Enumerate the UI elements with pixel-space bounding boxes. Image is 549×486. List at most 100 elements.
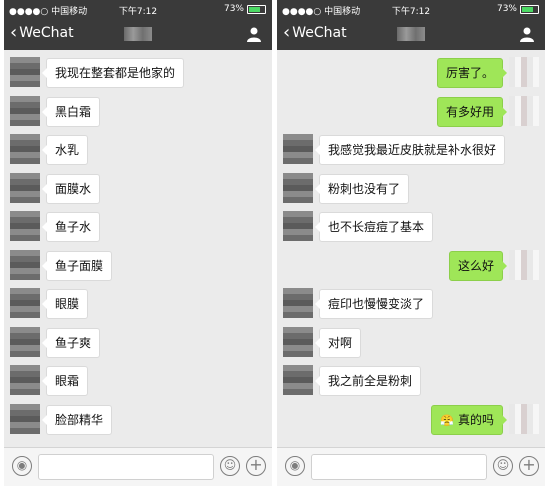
plus-icon[interactable]: + (246, 456, 266, 476)
message-bubble[interactable]: 痘印也慢慢变淡了 (314, 289, 434, 319)
message-text: 脸部精华 (55, 412, 104, 427)
message-text: 痘印也慢慢变淡了 (328, 297, 425, 311)
message-bubble[interactable]: 水乳 (41, 135, 89, 165)
message-bubble[interactable]: 鱼子面膜 (41, 250, 113, 281)
avatar[interactable] (10, 211, 40, 241)
message-bubble[interactable]: 对啊 (314, 327, 362, 358)
avatar[interactable] (509, 95, 539, 126)
avatar[interactable] (283, 365, 313, 395)
message-bubble[interactable]: 鱼子爽 (41, 327, 101, 358)
plus-icon[interactable]: + (519, 456, 539, 476)
person-icon[interactable] (246, 26, 262, 42)
chat-screen-left: ●●●●○ 中国移动 下午7:12 73% ‹ WeChat 我现在整套都是他家… (4, 0, 272, 486)
voice-icon[interactable]: ◉ (12, 456, 32, 476)
message-text: 鱼子爽 (55, 335, 92, 350)
avatar[interactable] (10, 57, 40, 87)
message-text: 粉刺也没有了 (328, 181, 401, 196)
message-row: 鱼子面膜 (4, 249, 272, 281)
message-text: 也不长痘痘了基本 (328, 220, 425, 234)
avatar[interactable] (283, 172, 313, 203)
message-bubble[interactable]: 我感觉我最近皮肤就是补水很好 (314, 135, 506, 165)
message-row: 水乳 (4, 134, 272, 165)
message-row: 我现在整套都是他家的 (4, 57, 272, 88)
message-row: 眼霜 (4, 365, 272, 396)
nav-bar: ‹ WeChat (4, 18, 272, 50)
message-bubble[interactable]: 粉刺也没有了 (314, 173, 410, 204)
back-button[interactable]: ‹ WeChat (283, 24, 347, 42)
avatar[interactable] (10, 365, 40, 395)
message-text: 眼霜 (55, 374, 80, 388)
battery-percent: 73% (496, 4, 517, 14)
message-row: 也不长痘痘了基本 (277, 211, 545, 242)
chat-screen-right: ●●●●○ 中国移动 下午7:12 73% ‹ WeChat 厉害了。 有多好用我… (277, 0, 545, 486)
avatar[interactable] (283, 211, 313, 241)
avatar[interactable] (10, 134, 40, 164)
avatar[interactable] (283, 134, 313, 164)
message-text: 厉害了。 (445, 66, 494, 80)
message-row: 面膜水 (4, 172, 272, 204)
input-bar: ◉ ☺ + (277, 447, 545, 486)
message-text: 有多好用 (445, 104, 494, 119)
voice-icon[interactable]: ◉ (285, 456, 305, 476)
battery-icon (520, 4, 539, 14)
message-bubble[interactable]: 面膜水 (41, 173, 101, 204)
status-right: 73% (497, 4, 539, 14)
message-row: 鱼子水 (4, 211, 272, 242)
message-text: 我现在整套都是他家的 (55, 66, 176, 80)
message-bubble[interactable]: 眼膜 (41, 289, 89, 319)
avatar[interactable] (10, 172, 40, 203)
back-button[interactable]: ‹ WeChat (10, 24, 74, 42)
message-row: 这么好 (277, 249, 545, 281)
message-bubble[interactable]: 厉害了。 (436, 58, 508, 88)
chevron-left-icon: ‹ (283, 22, 291, 43)
emoji-icon[interactable]: ☺ (220, 456, 240, 476)
input-bar: ◉ ☺ + (4, 447, 272, 486)
message-bubble[interactable]: 我现在整套都是他家的 (41, 58, 185, 88)
message-text: 眼膜 (55, 297, 80, 311)
message-text: 这么好 (457, 258, 494, 273)
message-bubble[interactable]: 这么好 (448, 250, 508, 281)
message-input[interactable] (311, 454, 487, 480)
avatar[interactable] (10, 326, 40, 357)
emoji-icon[interactable]: ☺ (493, 456, 513, 476)
chat-title-blurred (397, 27, 425, 41)
message-row: 黑白霜 (4, 95, 272, 127)
battery-icon (247, 4, 266, 14)
status-right: 73% (224, 4, 266, 14)
message-bubble[interactable]: 我之前全是粉刺 (314, 366, 422, 396)
message-input[interactable] (38, 454, 214, 480)
avatar[interactable] (283, 326, 313, 357)
chat-title-blurred (124, 27, 152, 41)
message-text: 鱼子水 (55, 220, 92, 234)
message-text: 水乳 (55, 143, 80, 157)
avatar[interactable] (509, 249, 539, 280)
message-row: 眼膜 (4, 288, 272, 319)
person-icon[interactable] (519, 26, 535, 42)
message-bubble[interactable]: 脸部精华 (41, 404, 113, 435)
message-text: 对啊 (328, 335, 353, 350)
message-text: 面膜水 (55, 181, 92, 196)
avatar[interactable] (509, 403, 539, 434)
avatar[interactable] (10, 249, 40, 280)
message-bubble[interactable]: 黑白霜 (41, 96, 101, 127)
message-bubble[interactable]: 也不长痘痘了基本 (314, 212, 434, 242)
avatar[interactable] (509, 57, 539, 87)
avatar[interactable] (10, 95, 40, 126)
message-bubble[interactable]: 眼霜 (41, 366, 89, 396)
message-row: 有多好用 (277, 95, 545, 127)
avatar[interactable] (10, 403, 40, 434)
status-bar: ●●●●○ 中国移动 下午7:12 73% (4, 0, 272, 18)
message-bubble[interactable]: 😤 真的吗 (431, 404, 507, 435)
avatar[interactable] (283, 288, 313, 318)
message-row: 脸部精华 (4, 403, 272, 435)
chevron-left-icon: ‹ (10, 22, 18, 43)
message-row: 我之前全是粉刺 (277, 365, 545, 396)
message-row: 痘印也慢慢变淡了 (277, 288, 545, 319)
nav-bar: ‹ WeChat (277, 18, 545, 50)
message-row: 粉刺也没有了 (277, 172, 545, 204)
avatar[interactable] (10, 288, 40, 318)
message-bubble[interactable]: 有多好用 (436, 96, 508, 127)
battery-percent: 73% (223, 4, 244, 14)
message-bubble[interactable]: 鱼子水 (41, 212, 101, 242)
message-row: 厉害了。 (277, 57, 545, 88)
